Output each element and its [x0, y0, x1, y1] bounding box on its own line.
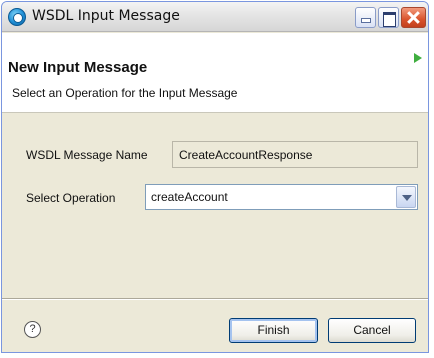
operation-label: Select Operation — [26, 191, 116, 205]
title-bar[interactable]: WSDL Input Message — [2, 2, 428, 32]
maximize-button[interactable] — [378, 7, 399, 28]
app-icon — [8, 8, 26, 26]
dialog-window: WSDL Input Message New Input Message Sel… — [1, 1, 429, 353]
page-title: New Input Message — [8, 59, 148, 76]
cancel-button[interactable]: Cancel — [328, 318, 416, 343]
message-name-field: CreateAccountResponse — [172, 141, 418, 168]
finish-button[interactable]: Finish — [229, 318, 318, 343]
window-title: WSDL Input Message — [32, 8, 180, 24]
operation-select[interactable]: createAccount — [145, 184, 418, 210]
dialog-header: New Input Message Select an Operation fo… — [2, 33, 428, 113]
help-icon[interactable]: ? — [24, 321, 41, 338]
message-name-label: WSDL Message Name — [26, 148, 148, 162]
arrow-right-icon — [414, 53, 422, 63]
page-description: Select an Operation for the Input Messag… — [12, 86, 238, 100]
chevron-down-icon[interactable] — [396, 186, 416, 208]
footer-divider — [2, 298, 428, 300]
operation-select-value: createAccount — [151, 190, 228, 204]
minimize-button[interactable] — [355, 7, 376, 28]
close-button[interactable] — [401, 7, 426, 28]
